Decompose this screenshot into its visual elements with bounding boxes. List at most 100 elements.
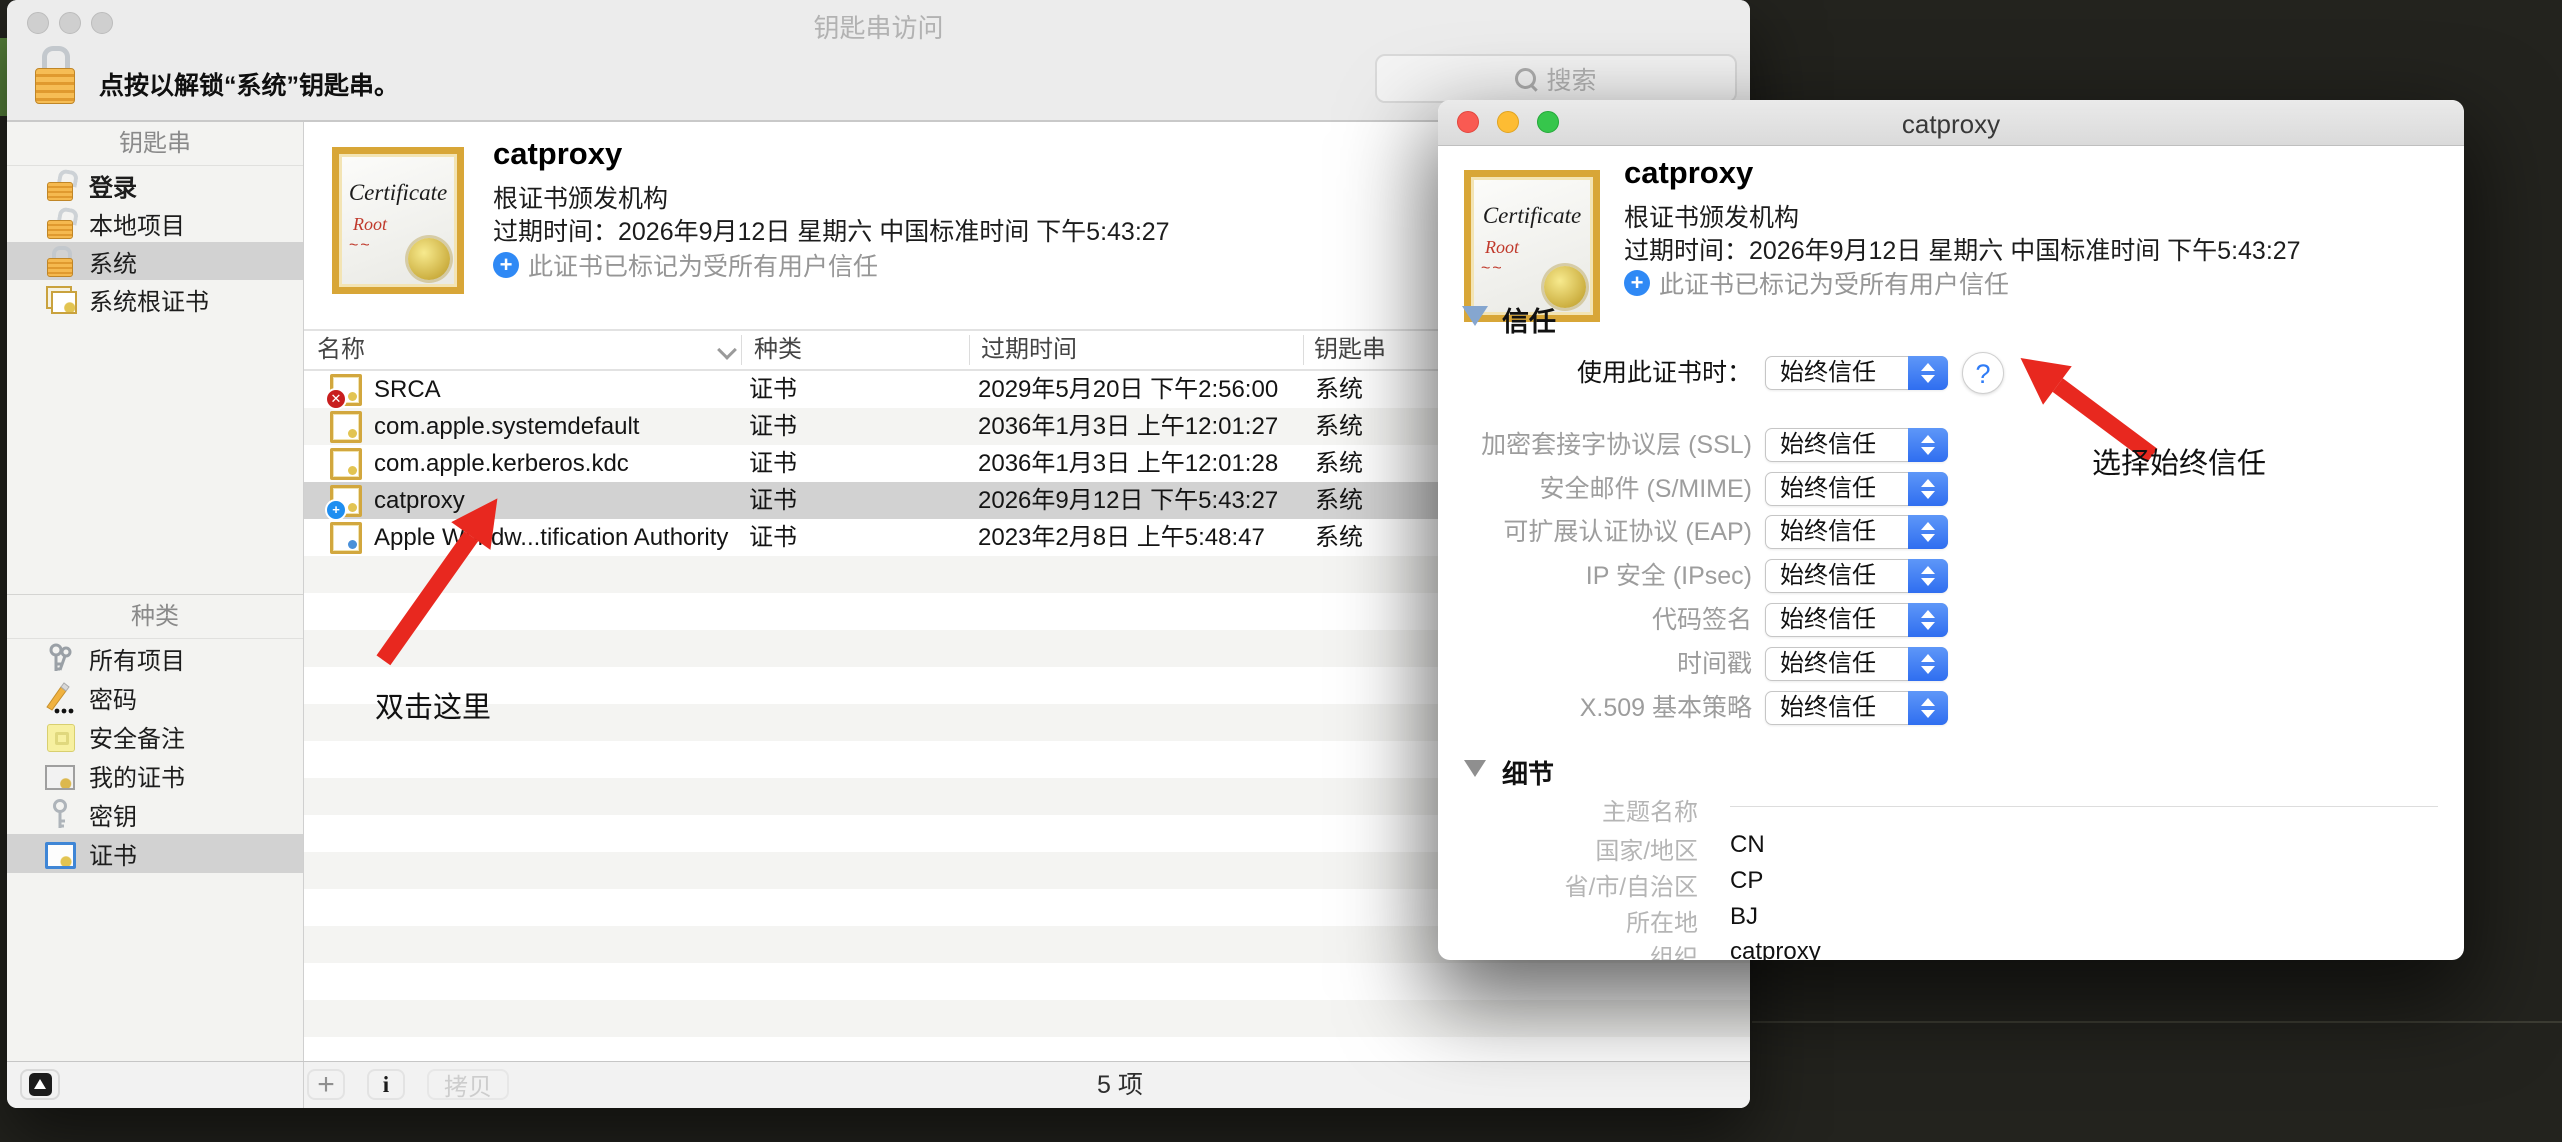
trust-dropdown[interactable]: 始终信任 bbox=[1765, 691, 1948, 725]
unlock-hint-text[interactable]: 点按以解锁“系统”钥匙串。 bbox=[99, 66, 399, 102]
trust-row-ipsec: IP 安全 (IPsec) 始终信任 bbox=[1438, 559, 2464, 593]
certificate-icon: ✕ bbox=[330, 374, 362, 406]
sidebar-item-all-items[interactable]: 所有项目 bbox=[7, 639, 303, 678]
search-input[interactable]: 搜索 bbox=[1375, 54, 1737, 103]
untrusted-x-icon: ✕ bbox=[325, 388, 347, 410]
sidebar-item-certificates[interactable]: 证书 bbox=[7, 834, 303, 873]
detail-label-locality: 所在地 bbox=[1438, 903, 1698, 938]
trust-dropdown[interactable]: 始终信任 bbox=[1765, 428, 1948, 462]
blue-certificate-icon bbox=[43, 837, 77, 871]
item-count: 5 项 bbox=[1097, 1062, 1143, 1108]
summary-cert-expiry: 过期时间：2026年9月12日 星期六 中国标准时间 下午5:43:27 bbox=[1624, 231, 2301, 267]
column-header-expires[interactable]: 过期时间 bbox=[981, 331, 1077, 369]
sidebar-item-system-roots[interactable]: 系统根证书 bbox=[7, 280, 303, 318]
detail-label-state: 省/市/自治区 bbox=[1438, 867, 1698, 902]
column-header-name[interactable]: 名称 bbox=[317, 331, 365, 369]
trust-row-timestamp: 时间戳 始终信任 bbox=[1438, 647, 2464, 681]
detail-value-country: CN bbox=[1730, 831, 1765, 859]
detail-value-locality: BJ bbox=[1730, 903, 1758, 931]
info-button[interactable]: i bbox=[367, 1069, 405, 1100]
trust-row-ssl: 加密套接字协议层 (SSL) 始终信任 bbox=[1438, 428, 2464, 462]
dropdown-stepper-icon bbox=[1908, 647, 1948, 681]
annotation-choose-trust: 选择始终信任 bbox=[2092, 440, 2266, 482]
panel-toggle-icon bbox=[29, 1073, 52, 1096]
unlock-lock-icon[interactable] bbox=[35, 46, 75, 106]
trust-section-label: 信任 bbox=[1502, 300, 1556, 339]
summary-cert-kind: 根证书颁发机构 bbox=[1624, 198, 1799, 234]
trusted-plus-icon: + bbox=[325, 499, 347, 521]
certificate-detail-window: catproxy Certificate Root ~~ catproxy 根证… bbox=[1438, 100, 2464, 960]
certificate-icon bbox=[330, 411, 362, 443]
trust-dropdown[interactable]: 始终信任 bbox=[1765, 515, 1948, 549]
search-icon bbox=[1515, 68, 1536, 89]
pencil-icon bbox=[43, 681, 77, 715]
secure-note-icon bbox=[43, 720, 77, 754]
detail-value-organization: catproxy bbox=[1730, 938, 1821, 960]
column-header-keychain[interactable]: 钥匙串 bbox=[1314, 331, 1386, 369]
summary-cert-expiry: 过期时间：2026年9月12日 星期六 中国标准时间 下午5:43:27 bbox=[493, 212, 1170, 248]
sidebar-item-system[interactable]: 系统 bbox=[7, 242, 303, 280]
add-item-button[interactable]: + bbox=[307, 1069, 345, 1100]
trust-row-when-using: 使用此证书时： 始终信任 ? bbox=[1438, 356, 2464, 390]
trusted-plus-icon: + bbox=[493, 252, 519, 278]
keys-icon bbox=[43, 642, 77, 676]
lock-icon bbox=[43, 244, 77, 278]
copy-button[interactable]: 拷贝 bbox=[427, 1069, 509, 1100]
trust-dropdown[interactable]: 始终信任 bbox=[1765, 472, 1948, 506]
annotation-double-click: 双击这里 bbox=[375, 684, 491, 726]
certificate-icon bbox=[330, 522, 362, 554]
subject-name-header: 主题名称 bbox=[1438, 792, 1698, 827]
search-placeholder: 搜索 bbox=[1546, 61, 1596, 97]
my-certificate-icon bbox=[43, 759, 77, 793]
details-section-label: 细节 bbox=[1502, 754, 1554, 791]
open-lock-icon bbox=[43, 206, 77, 240]
sort-chevron-icon[interactable] bbox=[717, 340, 737, 360]
sidebar: 钥匙串 登录 本地项目 系统 系统根证书 种类 bbox=[7, 122, 304, 1062]
dropdown-stepper-icon bbox=[1908, 691, 1948, 725]
trust-row-smime: 安全邮件 (S/MIME) 始终信任 bbox=[1438, 472, 2464, 506]
open-lock-icon bbox=[43, 168, 77, 202]
status-bar: + i 拷贝 5 项 bbox=[7, 1061, 1750, 1108]
sidebar-item-local[interactable]: 本地项目 bbox=[7, 204, 303, 242]
summary-cert-name: catproxy bbox=[1624, 155, 1753, 191]
sidebar-item-my-certificates[interactable]: 我的证书 bbox=[7, 756, 303, 795]
sidebar-item-login[interactable]: 登录 bbox=[7, 166, 303, 204]
detail-value-state: CP bbox=[1730, 867, 1763, 895]
trust-row-x509: X.509 基本策略 始终信任 bbox=[1438, 691, 2464, 725]
help-button[interactable]: ? bbox=[1962, 352, 2004, 394]
gold-seal-icon bbox=[408, 238, 450, 280]
key-icon bbox=[43, 798, 77, 832]
certificates-stack-icon bbox=[43, 282, 77, 316]
trust-dropdown[interactable]: 始终信任 bbox=[1765, 603, 1948, 637]
column-header-kind[interactable]: 种类 bbox=[754, 331, 802, 369]
toggle-keychains-button[interactable] bbox=[20, 1069, 60, 1100]
summary-cert-name: catproxy bbox=[493, 136, 622, 172]
sidebar-item-keys[interactable]: 密钥 bbox=[7, 795, 303, 834]
certificate-icon: + bbox=[330, 485, 362, 517]
dropdown-stepper-icon bbox=[1908, 428, 1948, 462]
window-title: 钥匙串访问 bbox=[7, 8, 1750, 45]
detail-label-organization: 组织 bbox=[1438, 938, 1698, 960]
sidebar-item-passwords[interactable]: 密码 bbox=[7, 678, 303, 717]
disclosure-triangle-trust[interactable] bbox=[1462, 306, 1488, 326]
certificate-icon bbox=[330, 448, 362, 480]
detail-label-country: 国家/地区 bbox=[1438, 831, 1698, 866]
trust-row-code-signing: 代码签名 始终信任 bbox=[1438, 603, 2464, 637]
trusted-plus-icon: + bbox=[1624, 270, 1650, 296]
desktop-divider-line bbox=[1752, 1021, 2562, 1023]
trust-row-eap: 可扩展认证协议 (EAP) 始终信任 bbox=[1438, 515, 2464, 549]
sidebar-categories-header: 种类 bbox=[7, 594, 303, 639]
window-title: catproxy bbox=[1438, 109, 2464, 140]
dropdown-stepper-icon bbox=[1908, 472, 1948, 506]
titlebar: catproxy bbox=[1438, 100, 2464, 146]
summary-trust-note: + 此证书已标记为受所有用户信任 bbox=[1624, 265, 2009, 301]
trust-dropdown[interactable]: 始终信任 bbox=[1765, 559, 1948, 593]
sidebar-item-secure-notes[interactable]: 安全备注 bbox=[7, 717, 303, 756]
sidebar-keychains-header: 钥匙串 bbox=[7, 122, 303, 166]
trust-dropdown[interactable]: 始终信任 bbox=[1765, 356, 1948, 390]
summary-trust-note: + 此证书已标记为受所有用户信任 bbox=[493, 247, 878, 283]
wallpaper-sliver bbox=[0, 38, 7, 116]
desktop: 钥匙串访问 点按以解锁“系统”钥匙串。 搜索 钥匙串 登录 本地项目 bbox=[0, 0, 2562, 1142]
trust-dropdown[interactable]: 始终信任 bbox=[1765, 647, 1948, 681]
disclosure-triangle-details[interactable] bbox=[1464, 760, 1486, 777]
